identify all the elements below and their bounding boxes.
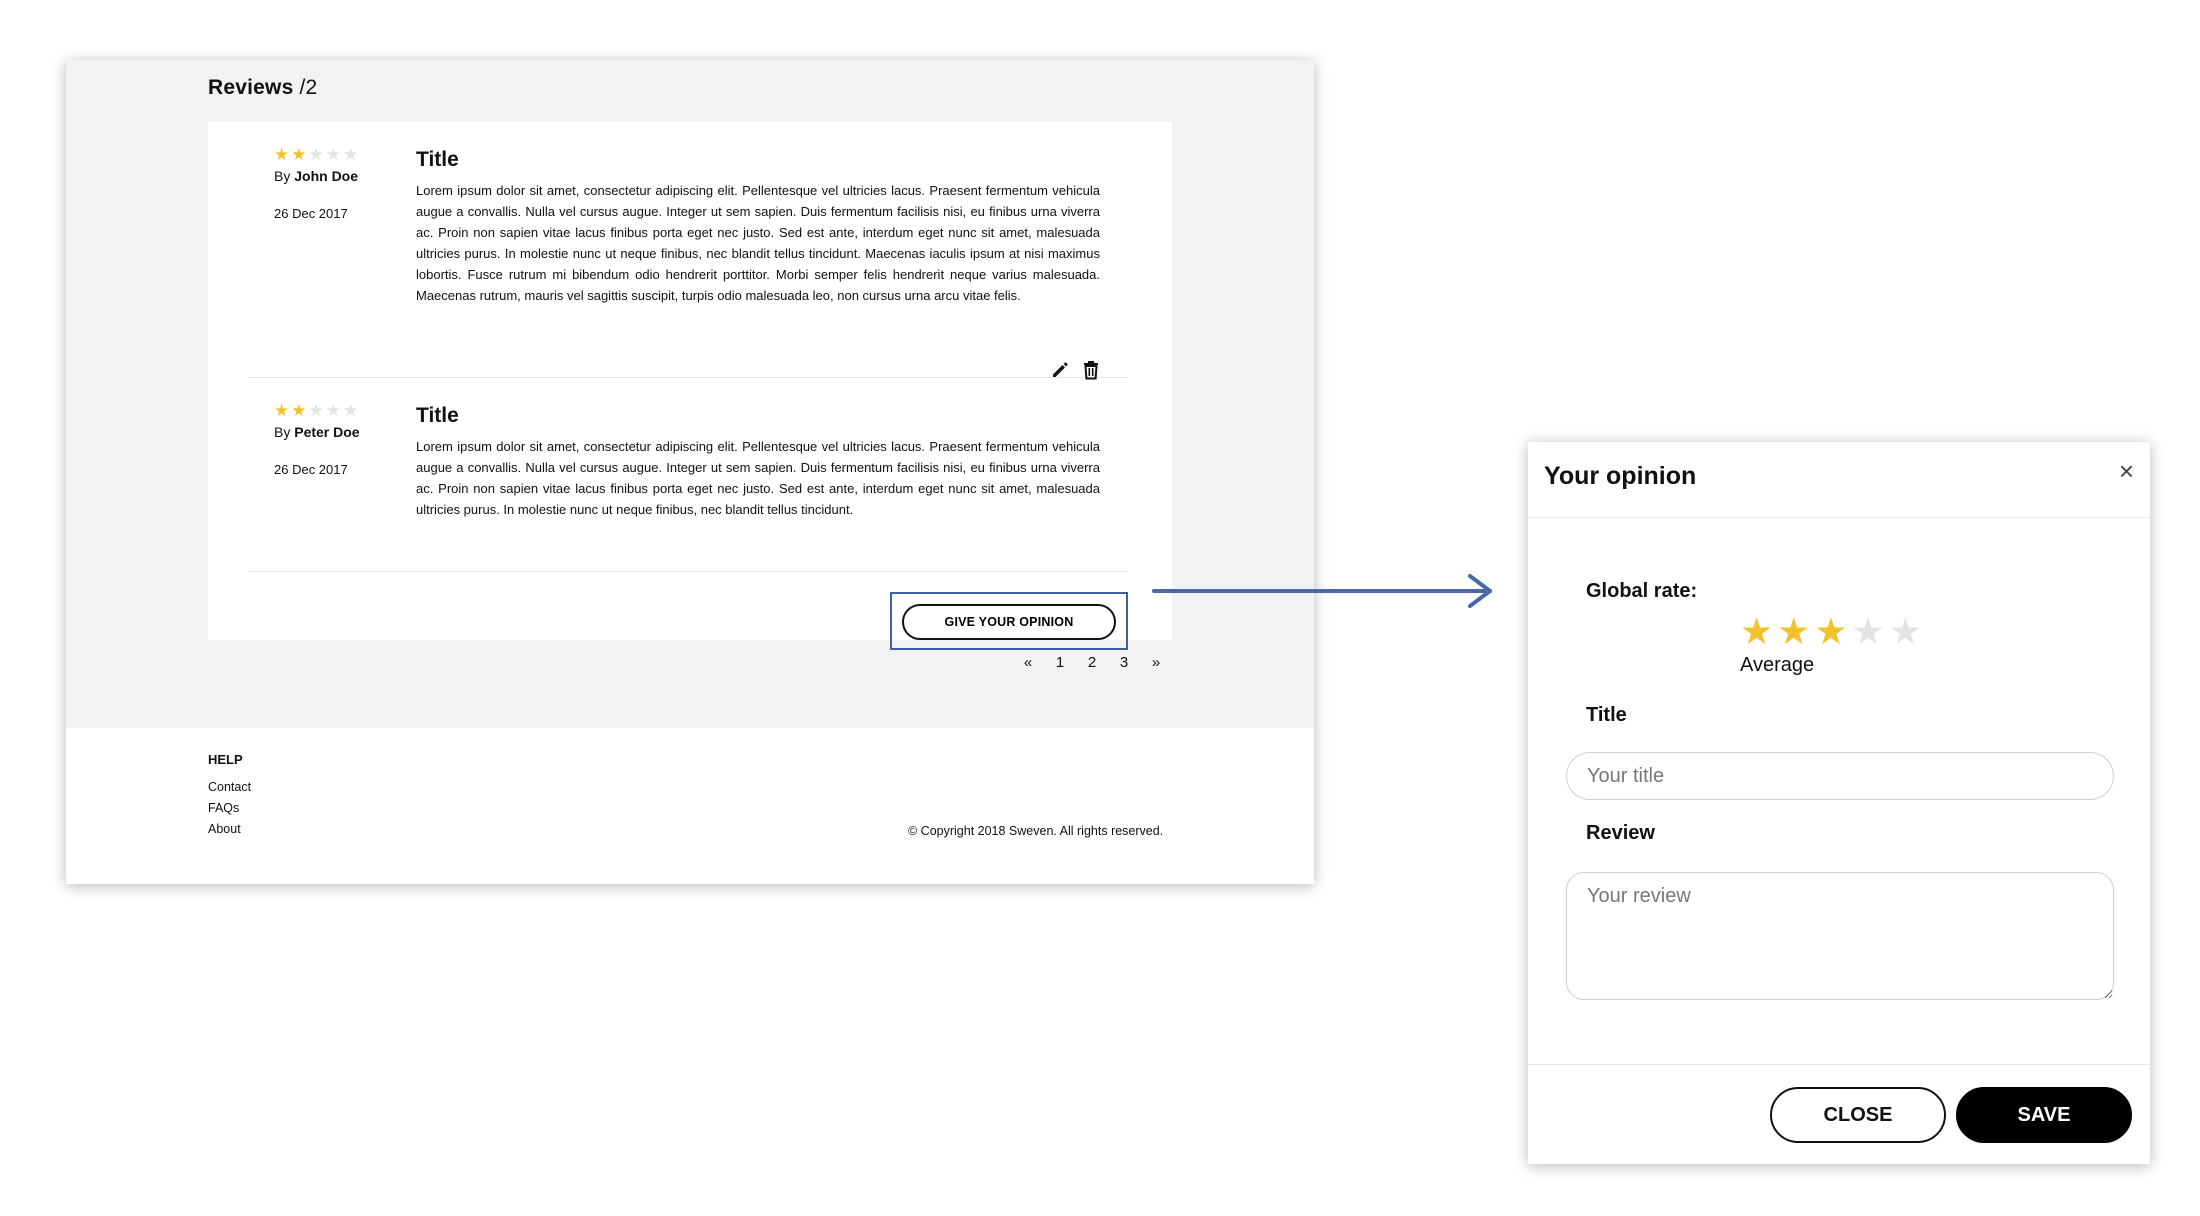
close-button[interactable]: CLOSE [1770,1087,1946,1143]
star-icon[interactable]: ★ [1740,612,1773,652]
reviews-title-text: Reviews [208,76,294,99]
reviews-card: ★ ★ ★ ★ ★ By John Doe 26 Dec 2017 Title … [208,122,1172,650]
global-rate-label: Global rate: [1586,580,1698,602]
review-date: 26 Dec 2017 [274,206,348,221]
star-icon: ★ [291,145,307,164]
reviews-heading: Reviews/2 [208,76,317,100]
give-opinion-highlight: GIVE YOUR OPINION [890,592,1128,650]
review-author: By John Doe [274,168,414,184]
review-author-name: Peter Doe [294,424,360,440]
review-rating-stars: ★ ★ ★ ★ ★ [274,402,414,420]
modal-header: Your opinion × [1528,442,2150,518]
pagination-page-1[interactable]: 1 [1044,654,1076,671]
review-meta: ★ ★ ★ ★ ★ By Peter Doe 26 Dec 2017 [274,402,414,478]
footer-link-contact[interactable]: Contact [208,777,251,798]
review-content: Title Lorem ipsum dolor sit amet, consec… [416,146,1100,306]
title-label: Title [1586,704,1627,726]
star-icon: ★ [343,401,359,420]
star-icon: ★ [274,145,290,164]
review-meta: ★ ★ ★ ★ ★ By John Doe 26 Dec 2017 [274,146,414,222]
star-icon: ★ [325,401,341,420]
star-icon[interactable]: ★ [1852,612,1885,652]
review-text: Lorem ipsum dolor sit amet, consectetur … [416,439,1100,517]
star-icon[interactable]: ★ [1814,612,1847,652]
rating-text: Average [1740,654,1815,676]
title-input[interactable] [1566,752,2114,800]
reviews-page: Reviews/2 ★ ★ ★ ★ ★ By John Doe 26 Dec 2… [66,60,1314,884]
star-icon: ★ [325,145,341,164]
pagination: « 1 2 3 » [1012,654,1172,671]
save-button[interactable]: SAVE [1956,1087,2132,1143]
review-by-label: By [274,168,295,184]
arrow-right-icon [1152,574,1492,608]
footer: HELP Contact FAQs About [208,752,251,840]
pagination-page-3[interactable]: 3 [1108,654,1140,671]
footer-heading: HELP [208,752,243,767]
review-content: Title Lorem ipsum dolor sit amet, consec… [416,402,1100,520]
global-rate-stars: ★ ★ ★ ★ ★ [1740,612,1922,652]
review-author-name: John Doe [294,168,359,184]
star-icon: ★ [308,145,324,164]
trash-icon[interactable] [1082,360,1100,380]
review-author: By Peter Doe [274,424,414,440]
pagination-prev[interactable]: « [1012,654,1044,671]
page-body: Reviews/2 ★ ★ ★ ★ ★ By John Doe 26 Dec 2… [66,60,1314,728]
review-actions [1050,360,1100,380]
reviews-count: /2 [299,76,318,99]
star-icon: ★ [308,401,324,420]
pagination-page-2[interactable]: 2 [1076,654,1108,671]
review-title: Title [416,148,459,171]
opinion-modal: Your opinion × Global rate: ★ ★ ★ ★ ★ Av… [1528,442,2150,1164]
footer-link-faqs[interactable]: FAQs [208,798,251,819]
star-icon: ★ [343,145,359,164]
modal-title: Your opinion [1544,462,1697,490]
review-text: Lorem ipsum dolor sit amet, consectetur … [416,183,1100,303]
pagination-next[interactable]: » [1140,654,1172,671]
star-icon: ★ [291,401,307,420]
review-rating-stars: ★ ★ ★ ★ ★ [274,146,414,164]
review-by-label: By [274,424,295,440]
footer-link-about[interactable]: About [208,819,251,840]
star-icon: ★ [274,401,290,420]
pencil-icon[interactable] [1050,360,1070,380]
review-date: 26 Dec 2017 [274,462,348,477]
review-item: ★ ★ ★ ★ ★ By Peter Doe 26 Dec 2017 Title… [248,402,1128,572]
give-opinion-button[interactable]: GIVE YOUR OPINION [902,604,1116,640]
star-icon[interactable]: ★ [1777,612,1810,652]
review-label: Review [1586,822,1655,844]
copyright-text: © Copyright 2018 Sweven. All rights rese… [908,824,1164,838]
review-textarea[interactable] [1566,872,2114,1000]
star-icon[interactable]: ★ [1889,612,1922,652]
review-title: Title [416,404,459,427]
modal-footer: CLOSE SAVE [1528,1064,2150,1164]
review-item: ★ ★ ★ ★ ★ By John Doe 26 Dec 2017 Title … [248,146,1128,380]
close-icon[interactable]: × [2119,458,2134,484]
